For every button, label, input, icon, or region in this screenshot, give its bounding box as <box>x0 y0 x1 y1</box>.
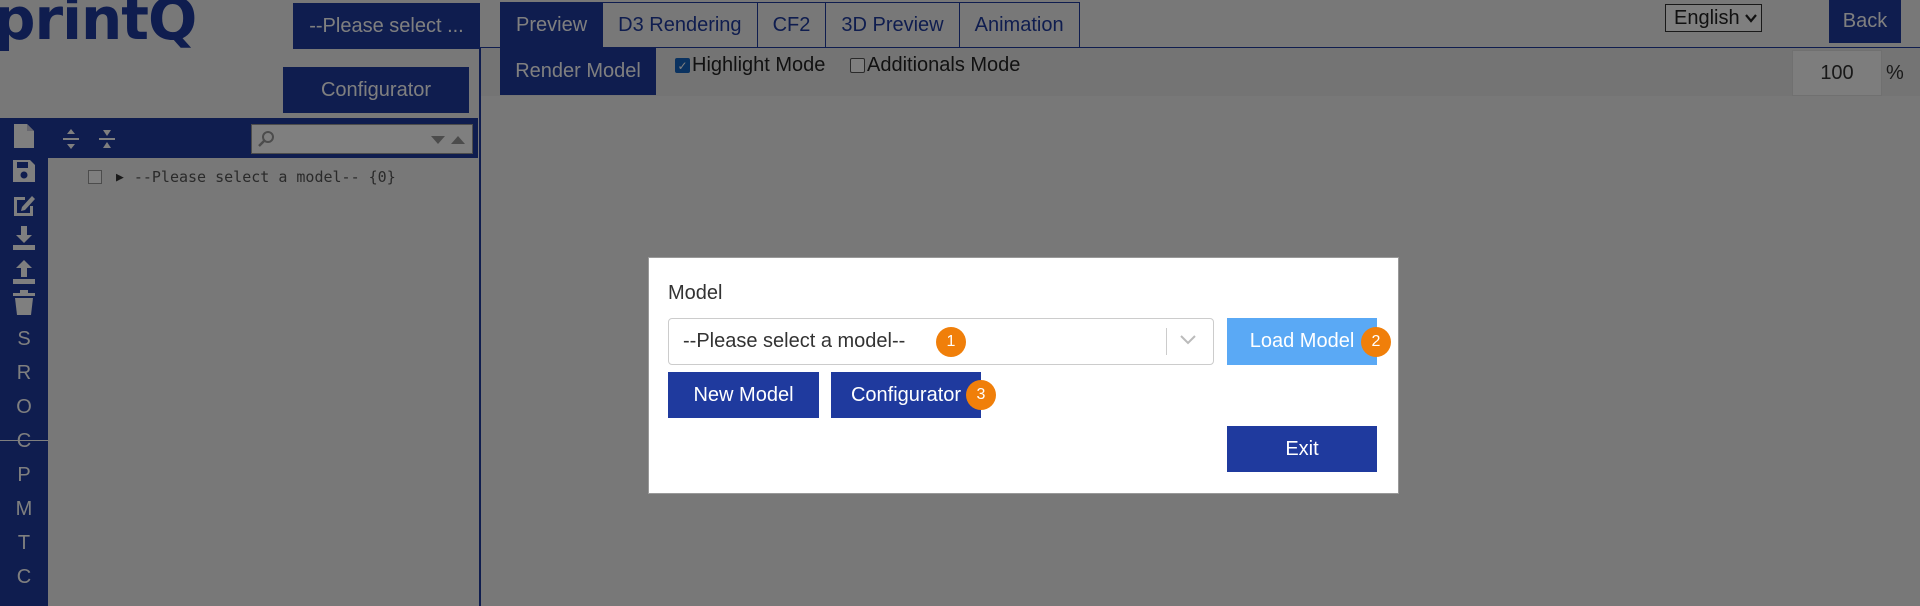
load-model-label: Load Model <box>1249 330 1355 352</box>
new-model-button[interactable]: New Model <box>668 372 819 418</box>
modal-configurator-button[interactable]: Configurator <box>831 372 981 418</box>
load-model-button[interactable]: Load Model <box>1227 318 1377 365</box>
step-badge-1: 1 <box>936 327 966 357</box>
app-root: printQ --Please select ... Configurator … <box>0 0 1920 606</box>
step-badge-2: 2 <box>1361 327 1391 357</box>
step-badge-3: 3 <box>966 380 996 410</box>
chevron-down-icon[interactable] <box>1179 333 1197 347</box>
select-separator <box>1166 328 1167 355</box>
exit-button[interactable]: Exit <box>1227 426 1377 472</box>
model-field-label: Model <box>668 282 723 304</box>
model-select-value: --Please select a model-- <box>683 330 906 352</box>
